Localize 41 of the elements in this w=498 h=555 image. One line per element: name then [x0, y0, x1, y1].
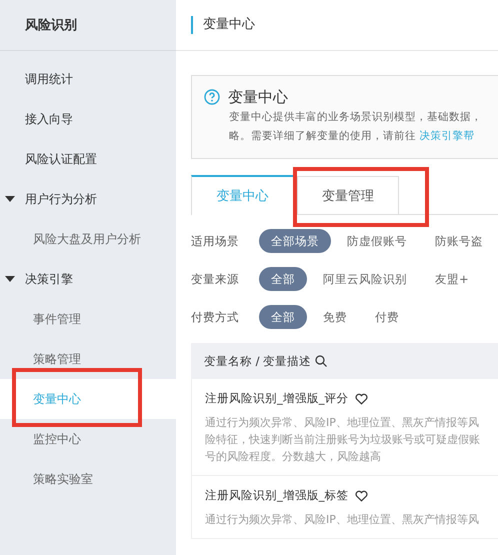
variable-description: 险特征，快速判断当前注册账号为垃圾账号或可疑虚假账	[205, 432, 481, 448]
filter-label: 适用场景	[191, 234, 240, 248]
sidebar-item[interactable]: 策略实验室	[0, 459, 176, 499]
sidebar-item[interactable]: 接入向导	[0, 99, 176, 139]
help-icon	[204, 89, 220, 105]
sidebar-item[interactable]: 风险认证配置	[0, 139, 176, 179]
caret-icon	[5, 276, 15, 282]
sidebar-title: 风险识别	[25, 17, 77, 34]
filter-option[interactable]: 友盟+	[423, 267, 481, 291]
variable-description: 通过行为频次异常、风险IP、地理位置、黑灰产情报等风	[205, 415, 480, 431]
caret-icon	[5, 196, 15, 202]
sidebar-item[interactable]: 策略管理	[0, 339, 176, 379]
info-text: 变量中心提供丰富的业务场景识别模型，基础数据，	[228, 110, 483, 125]
sidebar-item[interactable]: 决策引擎	[0, 259, 176, 299]
sidebar-item[interactable]: 监控中心	[0, 419, 176, 459]
filter-label: 付费方式	[191, 310, 240, 324]
sidebar-item[interactable]: 风险大盘及用户分析	[0, 219, 176, 259]
info-text: 略。需要详细了解变量的使用，请前往 决策引擎帮	[228, 129, 476, 144]
heart-icon	[354, 392, 368, 404]
sidebar-item[interactable]: 调用统计	[0, 59, 176, 99]
filter-option[interactable]: 付费	[363, 305, 411, 329]
heart-icon	[354, 490, 368, 502]
variable-name: 注册风险识别_增强版_标签	[205, 488, 348, 503]
filter-option[interactable]: 防账号盗	[423, 229, 495, 253]
column-header: 变量名称 / 变量描述	[204, 354, 312, 368]
filter-option[interactable]: 免费	[311, 305, 359, 329]
info-title: 变量中心	[228, 88, 288, 106]
filter-option[interactable]: 防虚假账号	[335, 229, 419, 253]
sidebar-item[interactable]: 事件管理	[0, 299, 176, 339]
filter-option[interactable]: 阿里云风险识别	[311, 267, 419, 291]
sidebar-item[interactable]: 用户行为分析	[0, 179, 176, 219]
filter-option[interactable]: 全部	[259, 305, 307, 329]
filter-option[interactable]: 全部场景	[259, 229, 331, 253]
search-icon	[315, 355, 328, 367]
filter-option[interactable]: 全部	[259, 267, 307, 291]
variable-description: 号的风险程度。分数越大，风险越高	[205, 449, 382, 465]
filter-label: 变量来源	[191, 272, 240, 286]
tab[interactable]: 变量管理	[297, 176, 399, 214]
page-title: 变量中心	[191, 16, 255, 34]
variable-name: 注册风险识别_增强版_评分	[205, 391, 348, 406]
variable-description: 通过行为频次异常、风险IP、地理位置、黑灰产情报等风	[205, 512, 480, 528]
